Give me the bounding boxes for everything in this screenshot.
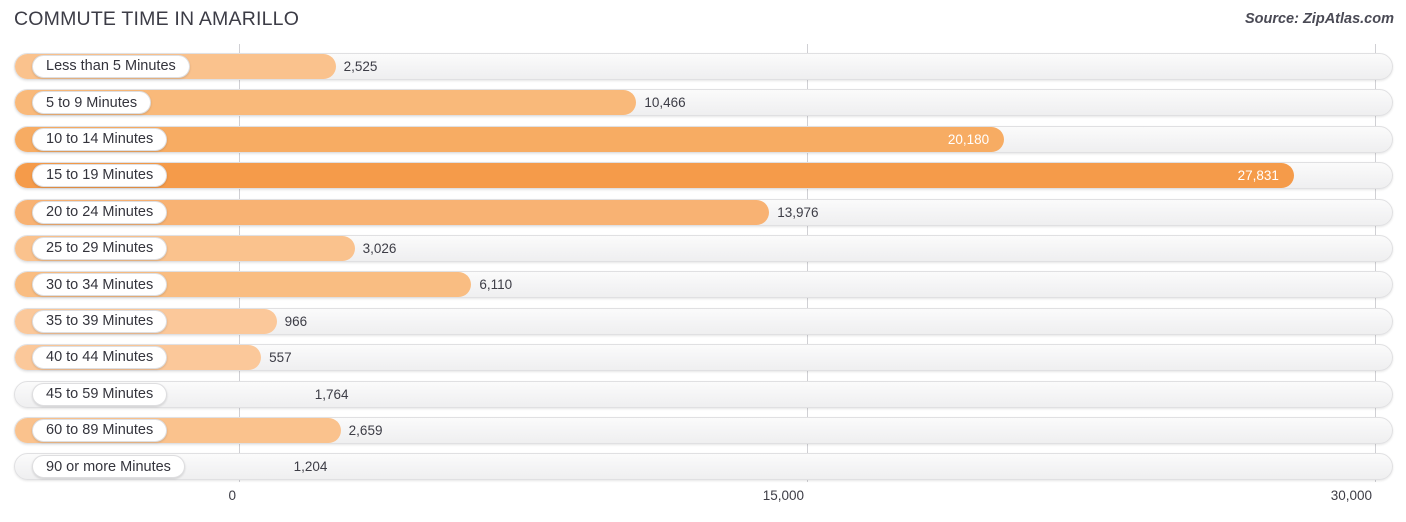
chart-header: COMMUTE TIME IN AMARILLO Source: ZipAtla… — [0, 0, 1406, 44]
category-label-pill[interactable]: 10 to 14 Minutes — [32, 127, 168, 151]
value-label: 10,466 — [644, 95, 686, 111]
category-label: 90 or more Minutes — [46, 458, 171, 475]
x-axis: 0 15,000 30,000 — [0, 482, 1406, 522]
bar-row[interactable]: 60 to 89 Minutes 2,659 — [14, 417, 1393, 444]
category-label: 15 to 19 Minutes — [46, 167, 154, 184]
category-label: 30 to 34 Minutes — [46, 276, 154, 293]
source-attribution: Source: ZipAtlas.com — [1244, 11, 1394, 27]
category-label-pill[interactable]: 5 to 9 Minutes — [32, 91, 152, 115]
bar-fill — [15, 163, 1294, 189]
category-label: 25 to 29 Minutes — [46, 240, 154, 257]
bar-row[interactable]: 10 to 14 Minutes 20,180 — [14, 125, 1393, 153]
bar-row[interactable]: 5 to 9 Minutes 10,466 — [14, 89, 1393, 117]
category-label-pill[interactable]: 30 to 34 Minutes — [32, 273, 168, 297]
category-label: 5 to 9 Minutes — [46, 94, 138, 111]
bar-rows: Less than 5 Minutes 2,525 5 to 9 Minutes 10… — [0, 44, 1406, 482]
category-label-pill[interactable]: 60 to 89 Minutes — [32, 419, 168, 442]
bar-row[interactable]: 15 to 19 Minutes 27,831 — [14, 162, 1393, 190]
value-label: 2,659 — [348, 423, 383, 438]
value-label: 3,026 — [362, 241, 397, 256]
value-label: 966 — [284, 313, 308, 329]
category-label: 45 to 59 Minutes — [46, 385, 154, 402]
bar-row[interactable]: 90 or more Minutes 1,204 — [14, 453, 1393, 481]
value-label: 2,525 — [343, 59, 378, 74]
page-title: COMMUTE TIME IN AMARILLO — [14, 8, 300, 30]
value-label: 557 — [269, 350, 292, 366]
bar-row[interactable]: 20 to 24 Minutes 13,976 — [14, 198, 1393, 226]
value-label-inside: 20,180 — [947, 131, 990, 147]
category-label: 40 to 44 Minutes — [46, 349, 154, 366]
category-label-pill[interactable]: Less than 5 Minutes — [32, 55, 190, 78]
category-label-pill[interactable]: 15 to 19 Minutes — [32, 164, 168, 188]
category-label: 20 to 24 Minutes — [46, 203, 154, 220]
bar-row[interactable]: 35 to 39 Minutes 966 — [14, 307, 1393, 335]
category-label-pill[interactable]: 45 to 59 Minutes — [32, 382, 168, 406]
bar-row[interactable]: 30 to 34 Minutes 6,110 — [14, 271, 1393, 299]
value-label-inside: 27,831 — [1237, 168, 1279, 184]
bar-row[interactable]: Less than 5 Minutes 2,525 — [14, 53, 1393, 80]
axis-tick-label: 30,000 — [1330, 488, 1372, 503]
bar-row[interactable]: 40 to 44 Minutes 557 — [14, 344, 1393, 372]
value-label: 6,110 — [479, 277, 513, 293]
category-label: Less than 5 Minutes — [46, 58, 176, 75]
category-label-pill[interactable]: 90 or more Minutes — [32, 455, 185, 479]
category-label-pill[interactable]: 25 to 29 Minutes — [32, 237, 168, 260]
value-label: 13,976 — [777, 204, 819, 220]
category-label: 60 to 89 Minutes — [46, 422, 154, 439]
axis-tick-label: 15,000 — [762, 488, 804, 503]
category-label-pill[interactable]: 35 to 39 Minutes — [32, 309, 168, 333]
axis-tick-label: 0 — [228, 488, 236, 503]
bar-row[interactable]: 45 to 59 Minutes 1,764 — [14, 380, 1393, 408]
bar-row[interactable]: 25 to 29 Minutes 3,026 — [14, 235, 1393, 262]
chart-plot-area: Less than 5 Minutes 2,525 5 to 9 Minutes 10… — [0, 44, 1406, 482]
category-label: 10 to 14 Minutes — [46, 131, 154, 148]
category-label-pill[interactable]: 20 to 24 Minutes — [32, 200, 168, 224]
category-label-pill[interactable]: 40 to 44 Minutes — [32, 346, 168, 370]
value-label: 1,764 — [314, 386, 349, 402]
category-label: 35 to 39 Minutes — [46, 313, 154, 330]
value-label: 1,204 — [293, 459, 328, 475]
